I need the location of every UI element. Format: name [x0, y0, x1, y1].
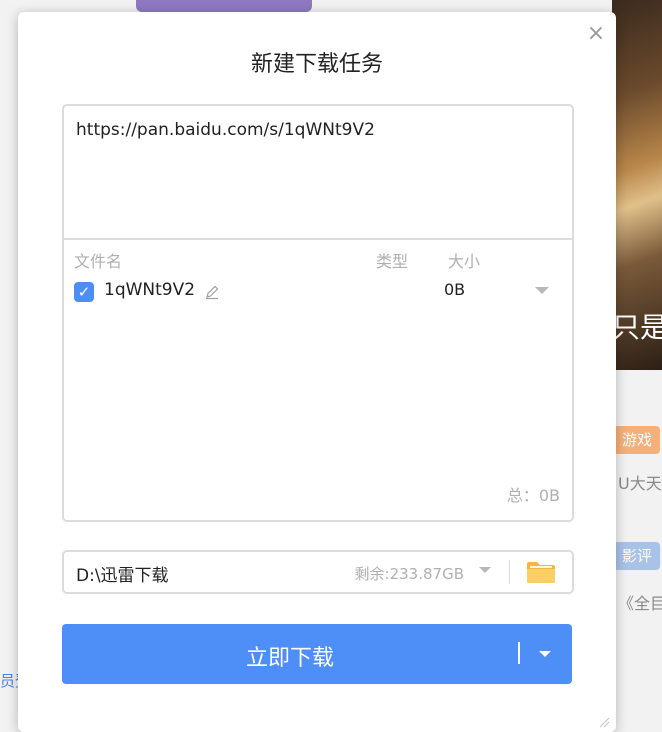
- file-size: 0B: [444, 280, 466, 299]
- download-now-button[interactable]: 立即下载: [62, 624, 572, 684]
- url-text: https://pan.baidu.com/s/1qWNt9V2: [76, 120, 375, 140]
- save-path-field[interactable]: D:\迅雷下载 剩余:233.87GB: [62, 550, 574, 594]
- background-poster-caption: 只是: [612, 311, 662, 344]
- folder-icon[interactable]: [526, 560, 556, 584]
- file-row: ✓ 1qWNt9V2 0B: [64, 276, 572, 312]
- background-review-badge: 影评: [614, 542, 661, 570]
- download-button-label: 立即下载: [245, 646, 334, 671]
- new-download-dialog: × 新建下载任务 https://pan.baidu.com/s/1qWNt9V…: [18, 12, 616, 732]
- divider: [518, 642, 520, 664]
- caret-down-icon[interactable]: [538, 650, 552, 659]
- background-game-badge: 游戏: [614, 426, 661, 454]
- close-icon[interactable]: ×: [586, 23, 606, 45]
- file-checkbox[interactable]: ✓: [74, 282, 94, 302]
- file-name: 1qWNt9V2: [104, 280, 196, 300]
- url-input[interactable]: https://pan.baidu.com/s/1qWNt9V2: [64, 106, 572, 240]
- background-text-line: 《全目: [618, 594, 662, 613]
- divider: [509, 560, 510, 584]
- dialog-title: 新建下载任务: [250, 52, 383, 77]
- column-header-type: 类型: [376, 252, 409, 271]
- free-space-text: 剩余:233.87GB: [354, 565, 464, 583]
- caret-down-icon[interactable]: [478, 566, 492, 575]
- save-path-text: D:\迅雷下载: [76, 566, 169, 586]
- total-size: 总：0B: [506, 486, 560, 505]
- caret-down-icon[interactable]: [534, 286, 550, 296]
- background-category-tag: [136, 0, 312, 12]
- background-text-line: U大天: [618, 474, 662, 493]
- pencil-icon[interactable]: [204, 284, 220, 300]
- task-panel: https://pan.baidu.com/s/1qWNt9V2 文件名 类型 …: [62, 104, 574, 522]
- column-header-size: 大小: [448, 252, 481, 271]
- column-header-filename: 文件名: [74, 252, 123, 271]
